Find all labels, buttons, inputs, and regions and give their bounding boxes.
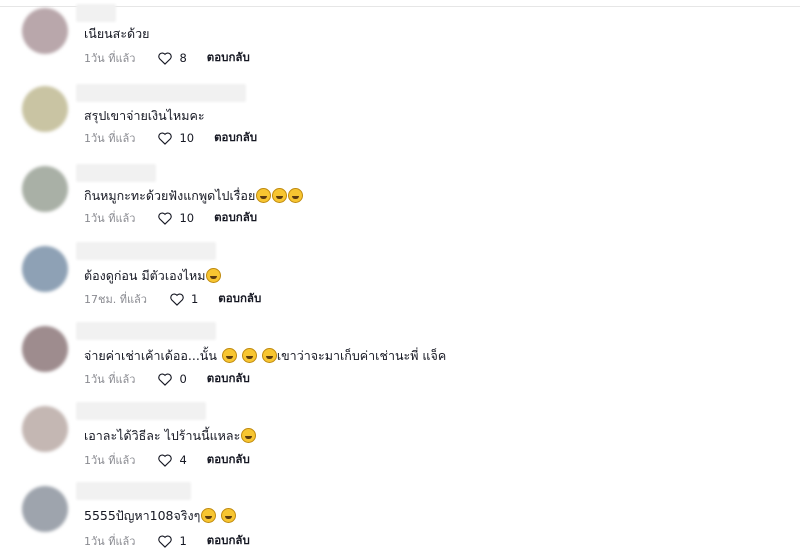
comment-meta: 1วัน ที่แล้ว 4 ตอบกลับ (84, 451, 250, 469)
comment-time: 1วัน ที่แล้ว (84, 212, 136, 225)
avatar[interactable] (22, 8, 68, 54)
like-count: 1 (190, 292, 199, 306)
comment-meta: 1วัน ที่แล้ว 10 ตอบกลับ (84, 209, 257, 227)
avatar[interactable] (22, 166, 68, 212)
comment-time: 1วัน ที่แล้ว (84, 52, 136, 65)
laughing-emoji-icon (261, 348, 277, 363)
comment-meta: 1วัน ที่แล้ว 1 ตอบกลับ (84, 532, 250, 550)
comment-meta: 1วัน ที่แล้ว 0 ตอบกลับ (84, 370, 250, 388)
comment-text: กินหมูกะทะด้วยฟังแกพูดไปเรื่อย (84, 187, 304, 205)
laughing-emoji-icon (256, 188, 272, 203)
username-blurred[interactable] (76, 4, 116, 22)
like-count: 10 (179, 131, 195, 145)
grinning-emoji-icon (201, 508, 217, 523)
laughing-emoji-icon (241, 348, 257, 363)
username-blurred[interactable] (76, 482, 191, 500)
reply-button[interactable]: ตอบกลับ (214, 129, 257, 147)
like-count: 1 (179, 534, 187, 548)
username-blurred[interactable] (76, 402, 206, 420)
like-count: 4 (179, 453, 187, 467)
comment-item: ต้องดูก่อน มีตัวเองไหม 17ชม. ที่แล้ว 1 ต… (0, 240, 800, 320)
comment-text: สรุปเขาจ่ายเงินไหมคะ (84, 108, 205, 123)
heart-icon[interactable] (157, 211, 173, 225)
comment-item: เอาละได้วิธีละ ไปร้านนี้แหละ 1วัน ที่แล้… (0, 400, 800, 480)
comment-text: จ่ายค่าเช่าเค้าเด้ออ...นั้น เขาว่าจะมาเก… (84, 348, 447, 363)
heart-icon[interactable] (157, 453, 173, 467)
comment-item: กินหมูกะทะด้วยฟังแกพูดไปเรื่อย 1วัน ที่แ… (0, 160, 800, 240)
username-blurred[interactable] (76, 164, 156, 182)
laughing-emoji-icon (221, 508, 237, 523)
heart-icon[interactable] (169, 292, 185, 306)
comment-item: จ่ายค่าเช่าเค้าเด้ออ...นั้น เขาว่าจะมาเก… (0, 320, 800, 400)
avatar[interactable] (22, 406, 68, 452)
comment-item: สรุปเขาจ่ายเงินไหมคะ 1วัน ที่แล้ว 10 ตอบ… (0, 80, 800, 160)
reply-button[interactable]: ตอบกลับ (214, 209, 257, 227)
comment-time: 1วัน ที่แล้ว (84, 373, 136, 386)
comment-meta: 17ชม. ที่แล้ว 1 ตอบกลับ (84, 290, 261, 308)
comment-time: 1วัน ที่แล้ว (84, 535, 136, 548)
reply-button[interactable]: ตอบกลับ (207, 451, 250, 469)
laughing-emoji-icon (241, 428, 257, 443)
avatar[interactable] (22, 246, 68, 292)
reply-button[interactable]: ตอบกลับ (218, 290, 261, 308)
comment-text: เนียนสะด้วย (84, 26, 150, 41)
avatar[interactable] (22, 486, 68, 532)
like-count: 10 (179, 211, 195, 225)
comment-time: 17ชม. ที่แล้ว (84, 293, 147, 306)
reply-button[interactable]: ตอบกลับ (207, 370, 250, 388)
comment-item: เนียนสะด้วย 1วัน ที่แล้ว 8 ตอบกลับ (0, 0, 800, 80)
comment-text: ต้องดูก่อน มีตัวเองไหม (84, 267, 222, 285)
laughing-emoji-icon (221, 348, 237, 363)
username-blurred[interactable] (76, 84, 246, 102)
heart-icon[interactable] (157, 372, 173, 386)
avatar[interactable] (22, 326, 68, 372)
comment-item: 5555ปัญหา108จริงๆ 1วัน ที่แล้ว 1 ตอบกลับ (0, 480, 800, 560)
like-count: 8 (179, 51, 187, 65)
heart-icon[interactable] (157, 51, 173, 65)
username-blurred[interactable] (76, 322, 216, 340)
like-count: 0 (179, 372, 187, 386)
comment-meta: 1วัน ที่แล้ว 10 ตอบกลับ (84, 129, 257, 147)
username-blurred[interactable] (76, 242, 216, 260)
comment-meta: 1วัน ที่แล้ว 8 ตอบกลับ (84, 49, 250, 67)
reply-button[interactable]: ตอบกลับ (207, 49, 250, 67)
heart-icon[interactable] (157, 534, 173, 548)
laughing-emoji-icon (272, 188, 288, 203)
sweat-smile-emoji-icon (206, 268, 222, 283)
comment-time: 1วัน ที่แล้ว (84, 454, 136, 467)
laughing-emoji-icon (288, 188, 304, 203)
comment-time: 1วัน ที่แล้ว (84, 132, 136, 145)
heart-icon[interactable] (157, 131, 173, 145)
comment-text: 5555ปัญหา108จริงๆ (84, 507, 237, 525)
avatar[interactable] (22, 86, 68, 132)
comment-text: เอาละได้วิธีละ ไปร้านนี้แหละ (84, 427, 257, 445)
reply-button[interactable]: ตอบกลับ (207, 532, 250, 550)
